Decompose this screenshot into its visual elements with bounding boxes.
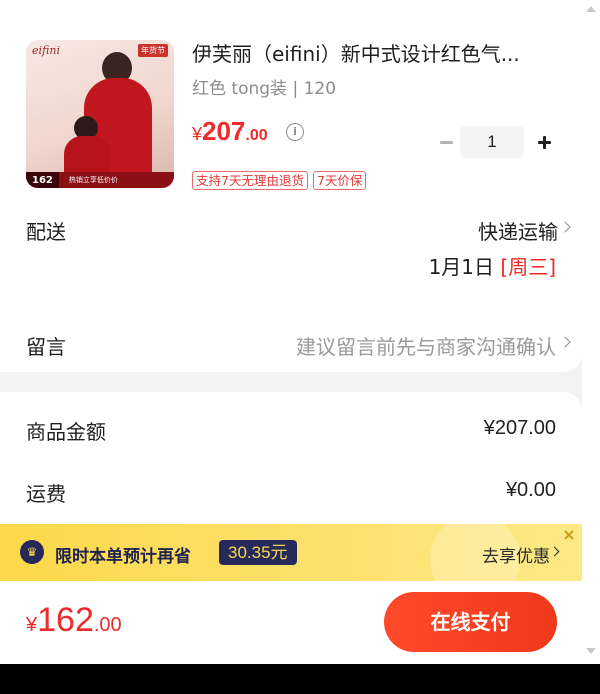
quantity-decrease-button[interactable]: [432, 126, 460, 158]
promo-cta[interactable]: 去享优惠: [482, 542, 550, 567]
return-policy-badge: 支持7天无理由退货: [192, 171, 308, 190]
shipping-fee-value: ¥0.00: [505, 479, 556, 501]
close-icon[interactable]: ×: [560, 526, 578, 544]
chevron-right-icon[interactable]: [549, 546, 560, 557]
price-decimal: .00: [245, 127, 268, 144]
delivery-weekday: [周三]: [500, 255, 556, 279]
service-badges: 支持7天无理由退货 7天价保: [192, 171, 367, 190]
product-thumbnail[interactable]: eifini 年货节 162 热销立享低价价: [26, 40, 174, 188]
product-price: ¥207.00: [192, 116, 268, 147]
note-input[interactable]: 建议留言前先与商家沟通确认: [296, 331, 556, 360]
total-symbol: ¥: [26, 614, 38, 636]
quantity-value[interactable]: 1: [460, 126, 524, 158]
delivery-date-value: 1月1日: [428, 255, 495, 279]
promo-text: 限时本单预计再省: [55, 547, 191, 567]
pay-online-button[interactable]: 在线支付: [384, 592, 557, 652]
total-price: ¥162.00: [26, 601, 122, 640]
quantity-stepper: 1: [432, 126, 560, 158]
price-info-icon[interactable]: i: [286, 123, 304, 141]
thumbnail-caption: 热销立享低价价: [68, 176, 118, 184]
note-label: 留言: [26, 335, 66, 359]
promo-banner[interactable]: ♛ 限时本单预计再省 30.35元 去享优惠 ×: [0, 524, 582, 581]
scrollbar[interactable]: [582, 0, 600, 664]
total-decimal: .00: [93, 614, 122, 636]
goods-amount-value: ¥207.00: [483, 417, 556, 439]
quantity-increase-button[interactable]: [528, 126, 560, 158]
shipping-fee-label: 运费: [26, 482, 66, 506]
goods-amount-label: 商品金额: [26, 420, 106, 444]
delivery-method[interactable]: 快递运输: [478, 216, 558, 245]
total-integer: 162: [37, 601, 94, 639]
price-protection-badge: 7天价保: [312, 171, 367, 190]
thumbnail-tag: 年货节: [138, 44, 168, 57]
price-symbol: ¥: [192, 124, 203, 144]
product-title[interactable]: 伊芙丽（eifini）新中式设计红色气...: [192, 38, 560, 67]
bottom-black-bar: [0, 664, 600, 694]
thumbnail-price-strip: 162 热销立享低价价: [26, 172, 174, 188]
scroll-down-arrow-icon[interactable]: [586, 648, 596, 654]
delivery-date: 1月1日 [周三]: [429, 251, 556, 280]
product-spec[interactable]: 红色 tong装 | 120: [192, 74, 336, 99]
scroll-up-arrow-icon[interactable]: [586, 6, 596, 12]
thumbnail-brand: eifini: [32, 44, 60, 57]
crown-icon: ♛: [20, 540, 44, 564]
delivery-label: 配送: [26, 220, 66, 244]
minus-icon: [439, 140, 453, 144]
promo-amount: 30.35元: [219, 540, 297, 565]
thumbnail-price: 162: [26, 172, 59, 188]
price-integer: 207: [202, 116, 246, 146]
